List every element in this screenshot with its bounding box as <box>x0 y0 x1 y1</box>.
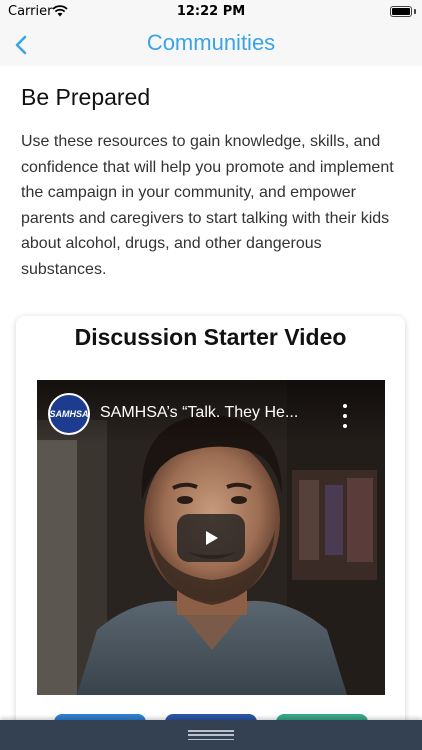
channel-logo-text: SAMHSA <box>49 409 89 419</box>
navigation-bar: Communities <box>0 24 422 66</box>
video-player[interactable]: SAMHSA SAMHSA’s “Talk. They He... <box>37 380 385 695</box>
play-button[interactable] <box>177 514 245 562</box>
video-card: Discussion Starter Video SAMHSA SAMHSA’s… <box>16 316 405 720</box>
video-title[interactable]: SAMHSA’s “Talk. They He... <box>100 404 330 422</box>
play-icon <box>206 531 218 545</box>
clock: 12:22 PM <box>176 4 246 19</box>
intro-paragraph: Use these resources to gain knowledge, s… <box>21 133 394 278</box>
battery-icon <box>390 6 412 17</box>
drawer-handle-icon[interactable] <box>188 730 234 740</box>
nav-title: Communities <box>146 30 276 55</box>
bottom-drawer-bar[interactable] <box>0 720 422 750</box>
more-vertical-icon[interactable] <box>337 404 353 428</box>
battery-nub <box>414 9 416 14</box>
page-heading: Be Prepared <box>21 84 151 110</box>
page-content[interactable]: Be Prepared Use these resources to gain … <box>0 66 422 720</box>
status-bar: Carrier 12:22 PM <box>0 0 422 24</box>
channel-logo[interactable]: SAMHSA <box>48 393 90 435</box>
video-card-title: Discussion Starter Video <box>74 324 347 350</box>
